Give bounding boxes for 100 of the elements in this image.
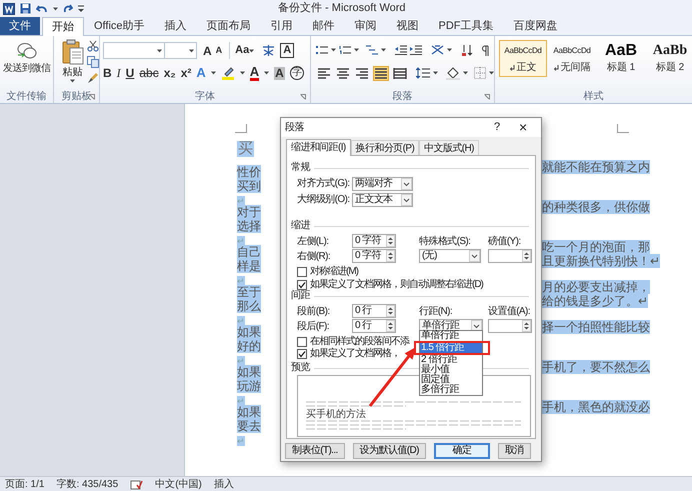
character-shading-button[interactable]: A <box>274 66 285 80</box>
format-button[interactable]: abc <box>139 64 159 82</box>
app-icon[interactable] <box>3 2 15 14</box>
style-gallery-item[interactable]: AaBbCcDd 正文 <box>499 40 547 77</box>
dialog-launcher-icon[interactable] <box>300 94 306 100</box>
align-center-icon[interactable] <box>335 66 351 80</box>
undo-icon[interactable] <box>36 4 48 14</box>
caret-icon <box>240 71 245 75</box>
style-gallery-item[interactable]: AaBbCcDd 无间隔 <box>548 40 596 77</box>
brush-icon[interactable] <box>87 72 99 84</box>
text-effect-button[interactable]: A <box>196 63 206 83</box>
paragraph-mark-icon[interactable] <box>481 44 489 56</box>
format-button[interactable]: U <box>126 64 134 82</box>
scissors-icon[interactable] <box>87 40 99 52</box>
dialog-tab[interactable]: 换行和分页(P) <box>350 140 420 155</box>
style-gallery-item[interactable]: AaBb 标题 2 <box>646 40 692 77</box>
decrease-indent-icon[interactable] <box>395 45 407 55</box>
ribbon-tab[interactable]: 引用 <box>260 17 303 35</box>
send-to-wechat-button[interactable]: 发送到微信 <box>2 63 50 75</box>
dialog-title: 段落 <box>284 120 304 134</box>
spacing-at-field[interactable] <box>488 319 532 333</box>
font-color-button[interactable]: A <box>250 66 260 80</box>
align-left-icon[interactable] <box>316 66 332 80</box>
align-right-icon[interactable] <box>354 66 370 80</box>
menu-item[interactable]: 多倍行距 <box>420 385 482 395</box>
checkbox[interactable] <box>297 337 307 347</box>
help-button[interactable]: ? <box>492 121 502 134</box>
character-border-button[interactable]: A <box>280 43 294 58</box>
align-justify-icon[interactable] <box>373 66 389 80</box>
ribbon-tab[interactable]: Office助手 <box>84 17 155 35</box>
dialog-tab[interactable]: 缩进和间距(I) <box>286 139 351 156</box>
document-text: 手机，黑色的就没必 <box>542 400 650 414</box>
spinner-arrows-icon <box>386 250 395 262</box>
paint-bucket-icon[interactable] <box>446 66 460 80</box>
right-indent-field[interactable]: 0 字符 <box>352 249 396 263</box>
checkbox[interactable] <box>297 349 307 359</box>
sort-icon[interactable] <box>461 44 473 56</box>
document-text: 买到 <box>237 179 261 193</box>
space-after-field[interactable]: 0 行 <box>352 319 396 333</box>
status-item[interactable]: 页面: 1/1 <box>5 478 44 490</box>
dialog-tab[interactable]: 中文版式(H) <box>419 140 479 155</box>
format-button[interactable]: x² <box>180 64 192 82</box>
status-item[interactable]: 字数: 435/435 <box>56 478 118 490</box>
ribbon-tab[interactable]: 审阅 <box>344 17 387 35</box>
close-button[interactable]: × <box>517 120 529 134</box>
bullet-list-icon[interactable] <box>316 45 328 55</box>
font-name-field[interactable] <box>103 42 165 59</box>
status-item[interactable]: 插入 <box>214 478 234 490</box>
dialog-button[interactable]: 确定 <box>434 443 490 459</box>
ribbon-tab[interactable]: PDF工具集 <box>428 17 504 35</box>
outline-level-dropdown[interactable]: 正文文本 <box>352 192 413 206</box>
checkbox[interactable] <box>297 280 307 290</box>
borders-icon[interactable] <box>474 67 486 79</box>
copy-icon[interactable] <box>87 56 99 68</box>
menu-item[interactable]: 固定值 <box>420 375 482 385</box>
distribute-align-icon[interactable] <box>392 66 408 80</box>
menu-item[interactable]: 单倍行距 <box>420 331 482 341</box>
ribbon-tab[interactable]: 邮件 <box>302 17 345 35</box>
ribbon-tab[interactable]: 视图 <box>386 17 429 35</box>
document-text: 月的必要支出减掉， <box>542 280 650 294</box>
caret-icon <box>463 71 468 75</box>
document-text: 如果 <box>237 405 261 419</box>
change-case-button[interactable]: Aa <box>229 42 250 59</box>
customize-caret-icon[interactable] <box>78 4 84 12</box>
numbered-list-icon[interactable] <box>339 45 351 55</box>
dialog-button[interactable]: 制表位(T)... <box>285 443 345 459</box>
ribbon-tab[interactable]: 百度网盘 <box>504 17 568 35</box>
space-before-field[interactable]: 0 行 <box>352 304 396 318</box>
format-button[interactable]: B <box>103 64 112 82</box>
format-button[interactable]: x₂ <box>164 64 176 82</box>
menu-item[interactable]: 最小值 <box>420 365 482 375</box>
highlighter-icon[interactable] <box>220 66 235 80</box>
left-indent-field[interactable]: 0 字符 <box>352 234 396 248</box>
ribbon-tab[interactable]: 插入 <box>154 17 197 35</box>
dialog-button[interactable]: 设为默认值(D) <box>352 443 426 459</box>
line-spacing-icon[interactable] <box>416 67 430 79</box>
checkbox[interactable] <box>297 267 307 277</box>
redo-icon[interactable] <box>63 4 73 14</box>
font-size-field[interactable] <box>165 42 197 59</box>
save-icon[interactable] <box>20 3 31 14</box>
dialog-button[interactable]: 取消 <box>498 443 531 459</box>
dialog-launcher-icon[interactable] <box>484 94 490 100</box>
document-text: 择一个拍照性能比较 <box>542 320 650 334</box>
grow-font-button[interactable]: A <box>202 42 213 60</box>
shrink-font-button[interactable]: A <box>214 44 224 58</box>
format-button[interactable]: I <box>116 64 121 82</box>
special-indent-dropdown[interactable]: (无) <box>419 249 481 263</box>
field-label: 大纲级别(O): <box>297 194 350 205</box>
increase-indent-icon[interactable] <box>410 45 422 55</box>
indent-by-field[interactable] <box>488 249 532 263</box>
window-title: 备份文件 - Microsoft Word <box>278 1 406 16</box>
paste-button[interactable]: 粘贴 <box>62 67 82 79</box>
style-gallery-item[interactable]: AaB 标题 1 <box>597 40 645 77</box>
ribbon-tab[interactable]: 开始 <box>42 17 84 36</box>
alignment-dropdown[interactable]: 两端对齐 <box>352 176 413 190</box>
ribbon-tab[interactable]: 页面布局 <box>196 17 261 35</box>
ribbon-tab[interactable]: 文件 <box>0 17 40 35</box>
multilevel-list-icon[interactable] <box>366 45 378 55</box>
status-item[interactable]: 中文(中国) <box>155 478 202 490</box>
dialog-launcher-icon[interactable] <box>89 94 95 100</box>
